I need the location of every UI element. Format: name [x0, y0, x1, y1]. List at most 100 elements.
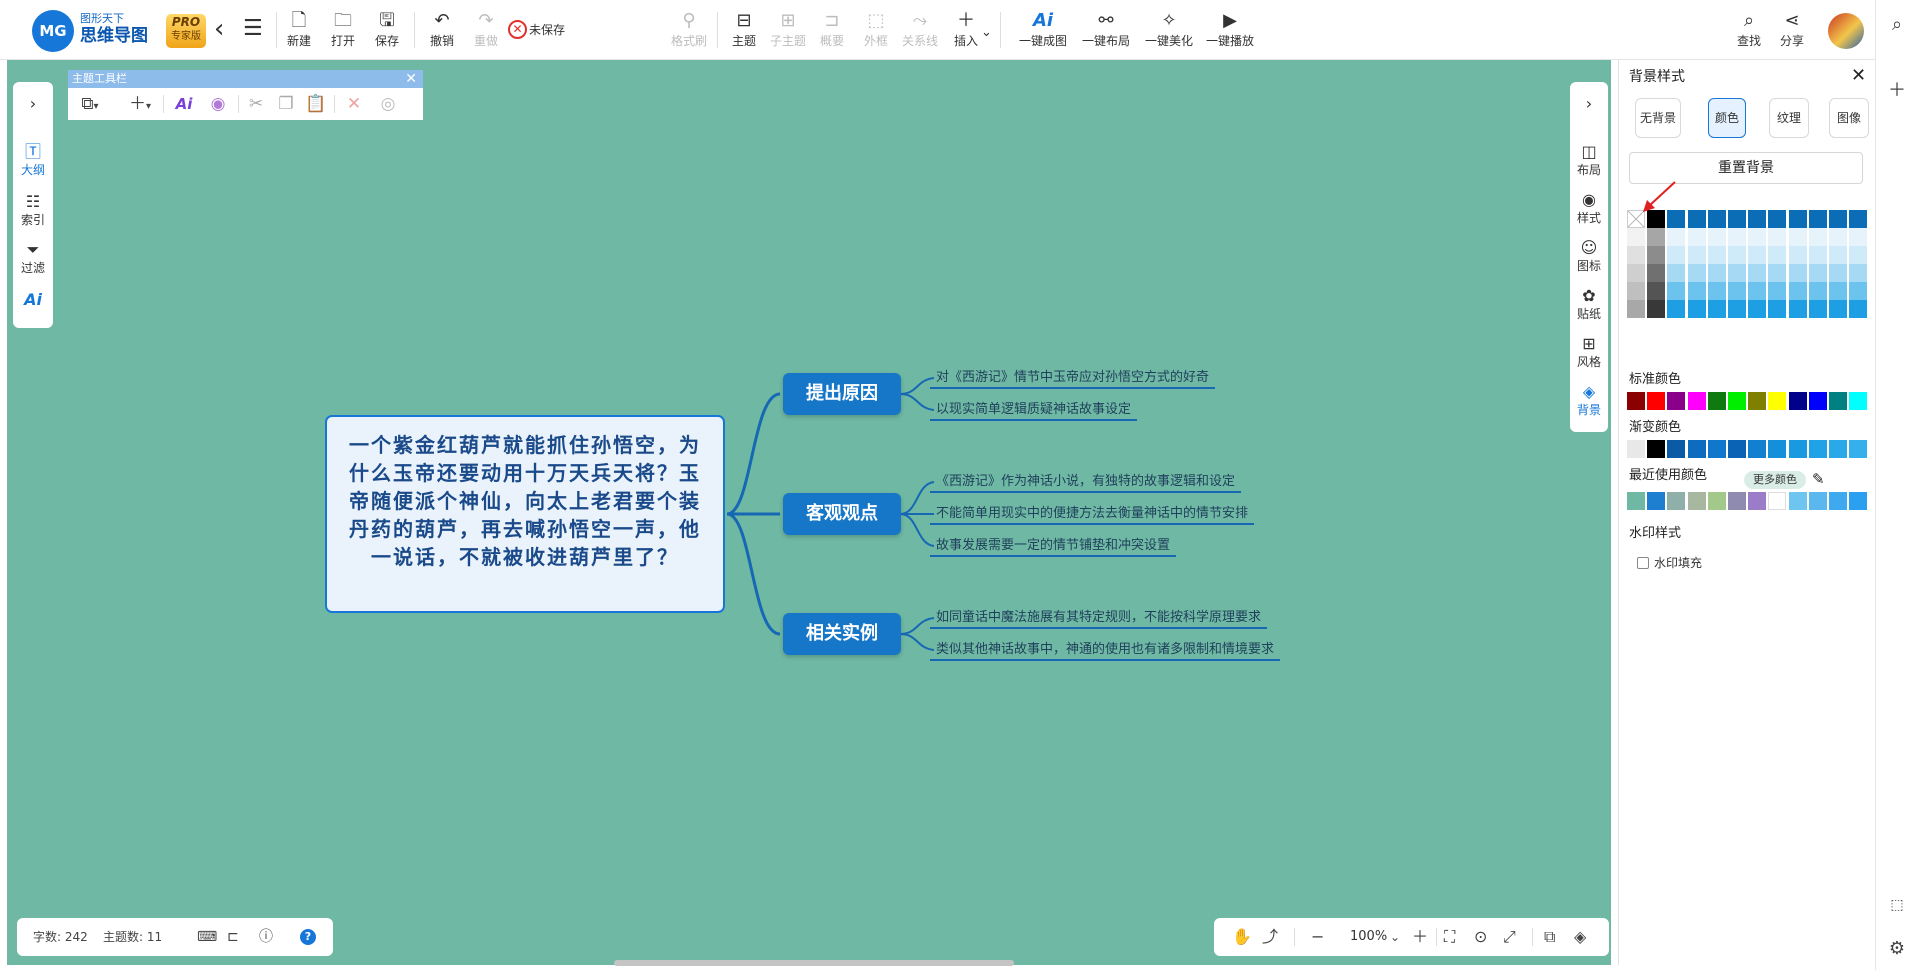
leaf-topic[interactable]: 如同童话中魔法施展有其特定规则，不能按科学原理要求 — [930, 607, 1268, 629]
zoom-out-icon[interactable]: − — [1311, 927, 1324, 947]
color-swatch[interactable] — [1808, 492, 1827, 510]
color-swatch[interactable] — [1687, 492, 1706, 510]
more-colors-button[interactable]: 更多颜色 — [1744, 471, 1806, 489]
color-swatch[interactable] — [1707, 300, 1726, 318]
color-swatch[interactable] — [1748, 246, 1767, 264]
color-swatch[interactable] — [1647, 440, 1666, 458]
color-swatch[interactable] — [1687, 392, 1706, 410]
color-swatch[interactable] — [1829, 492, 1847, 510]
color-swatch[interactable] — [1768, 392, 1787, 410]
color-swatch[interactable] — [1849, 282, 1868, 300]
collapse-panel-button[interactable]: › — [1570, 94, 1608, 114]
color-swatch[interactable] — [1687, 246, 1706, 264]
color-swatch[interactable] — [1647, 246, 1666, 264]
leaf-topic[interactable]: 故事发展需要一定的情节铺垫和冲突设置 — [930, 535, 1177, 557]
add-topic-dropdown[interactable]: ⧉▾ — [74, 92, 106, 116]
copy-icon[interactable]: ❐ — [272, 92, 300, 116]
delete-icon[interactable]: ✕ — [340, 92, 368, 116]
ai-icon[interactable]: Ai — [170, 92, 198, 116]
gear-icon[interactable]: ⚙ — [1876, 938, 1917, 960]
color-swatch[interactable] — [1788, 440, 1807, 458]
color-swatch[interactable] — [1768, 440, 1787, 458]
color-swatch[interactable] — [1728, 440, 1746, 458]
topic-toolbar-header[interactable]: 主题工具栏 ✕ — [68, 70, 423, 88]
color-swatch[interactable] — [1788, 228, 1807, 246]
color-swatch[interactable] — [1707, 264, 1726, 282]
color-swatch[interactable] — [1667, 392, 1686, 410]
color-swatch[interactable] — [1808, 392, 1827, 410]
color-swatch[interactable] — [1829, 210, 1847, 228]
color-swatch[interactable] — [1687, 300, 1706, 318]
expand-left-button[interactable]: › — [13, 94, 53, 114]
color-swatch[interactable] — [1748, 440, 1767, 458]
ai-side-button[interactable]: Ai — [13, 290, 53, 310]
color-swatch[interactable] — [1667, 246, 1686, 264]
color-swatch[interactable] — [1788, 264, 1807, 282]
color-swatch[interactable] — [1667, 492, 1686, 510]
color-swatch[interactable] — [1748, 392, 1767, 410]
tab-no-background[interactable]: 无背景 — [1635, 98, 1681, 138]
color-swatch[interactable] — [1667, 228, 1686, 246]
color-swatch[interactable] — [1667, 282, 1686, 300]
color-swatch[interactable] — [1849, 300, 1868, 318]
color-swatch[interactable] — [1768, 246, 1787, 264]
color-swatch[interactable] — [1728, 228, 1746, 246]
screenshot-icon[interactable]: ⬚ — [1876, 894, 1917, 916]
color-swatch[interactable] — [1627, 492, 1645, 510]
color-swatch[interactable] — [1808, 282, 1827, 300]
branch-topic[interactable]: 提出原因 — [783, 373, 901, 415]
info-icon[interactable]: ⓘ — [259, 928, 273, 946]
color-swatch[interactable] — [1808, 210, 1827, 228]
color-swatch[interactable] — [1627, 246, 1645, 264]
index-button[interactable]: ☷ 索引 — [13, 192, 53, 228]
zoom-level[interactable]: 100% — [1350, 929, 1387, 945]
color-swatch[interactable] — [1808, 264, 1827, 282]
color-swatch[interactable] — [1788, 392, 1807, 410]
eye-icon[interactable]: ◎ — [374, 92, 402, 116]
color-swatch[interactable] — [1687, 264, 1706, 282]
color-swatch[interactable] — [1768, 300, 1787, 318]
color-swatch[interactable] — [1788, 210, 1807, 228]
color-swatch[interactable] — [1707, 492, 1726, 510]
color-swatch[interactable] — [1849, 228, 1868, 246]
color-swatch[interactable] — [1748, 210, 1767, 228]
root-topic[interactable]: 一个紫金红葫芦就能抓住孙悟空，为什么玉帝还要动用十万天兵天将？玉帝随便派个神仙，… — [325, 415, 725, 613]
color-swatch[interactable] — [1808, 228, 1827, 246]
color-swatch[interactable] — [1687, 228, 1706, 246]
paste-icon[interactable]: 📋 — [302, 92, 330, 116]
leaf-topic[interactable]: 不能简单用现实中的便捷方法去衡量神话中的情节安排 — [930, 503, 1255, 525]
color-swatch[interactable] — [1768, 264, 1787, 282]
color-swatch[interactable] — [1748, 300, 1767, 318]
color-swatch[interactable] — [1627, 300, 1645, 318]
color-swatch[interactable] — [1849, 264, 1868, 282]
color-swatch[interactable] — [1627, 264, 1645, 282]
background-tab[interactable]: ◈ 背景 — [1570, 382, 1608, 418]
color-swatch[interactable] — [1667, 300, 1686, 318]
tab-image[interactable]: 图像 — [1829, 98, 1869, 138]
color-swatch[interactable] — [1728, 282, 1746, 300]
color-swatch[interactable] — [1728, 264, 1746, 282]
hand-icon[interactable]: ✋ — [1232, 927, 1252, 947]
color-swatch[interactable] — [1768, 210, 1787, 228]
tab-texture[interactable]: 纹理 — [1769, 98, 1809, 138]
color-swatch[interactable] — [1829, 440, 1847, 458]
color-swatch[interactable] — [1728, 392, 1746, 410]
outline-button[interactable]: 🅃 大纲 — [13, 142, 53, 178]
leaf-topic[interactable]: 《西游记》作为神话小说，有独特的故事逻辑和设定 — [930, 471, 1242, 493]
color-swatch[interactable] — [1788, 282, 1807, 300]
color-swatch[interactable] — [1829, 264, 1847, 282]
leaf-topic[interactable]: 类似其他神话故事中，神通的使用也有诸多限制和情境要求 — [930, 639, 1281, 661]
eyedropper-icon[interactable]: ✎ — [1812, 469, 1825, 489]
color-swatch[interactable] — [1829, 246, 1847, 264]
close-icon[interactable]: ✕ — [405, 70, 417, 88]
search-icon[interactable]: ⌕ — [1876, 14, 1917, 36]
zoom-in-icon[interactable]: ＋ — [1412, 927, 1428, 947]
color-swatch[interactable] — [1707, 228, 1726, 246]
leaf-topic[interactable]: 以现实简单逻辑质疑神话故事设定 — [930, 399, 1138, 421]
color-swatch[interactable] — [1768, 228, 1787, 246]
branch-topic[interactable]: 客观观点 — [783, 493, 901, 535]
color-swatch[interactable] — [1829, 392, 1847, 410]
watermark-checkbox[interactable] — [1637, 557, 1649, 569]
color-swatch[interactable] — [1808, 246, 1827, 264]
color-swatch[interactable] — [1788, 246, 1807, 264]
